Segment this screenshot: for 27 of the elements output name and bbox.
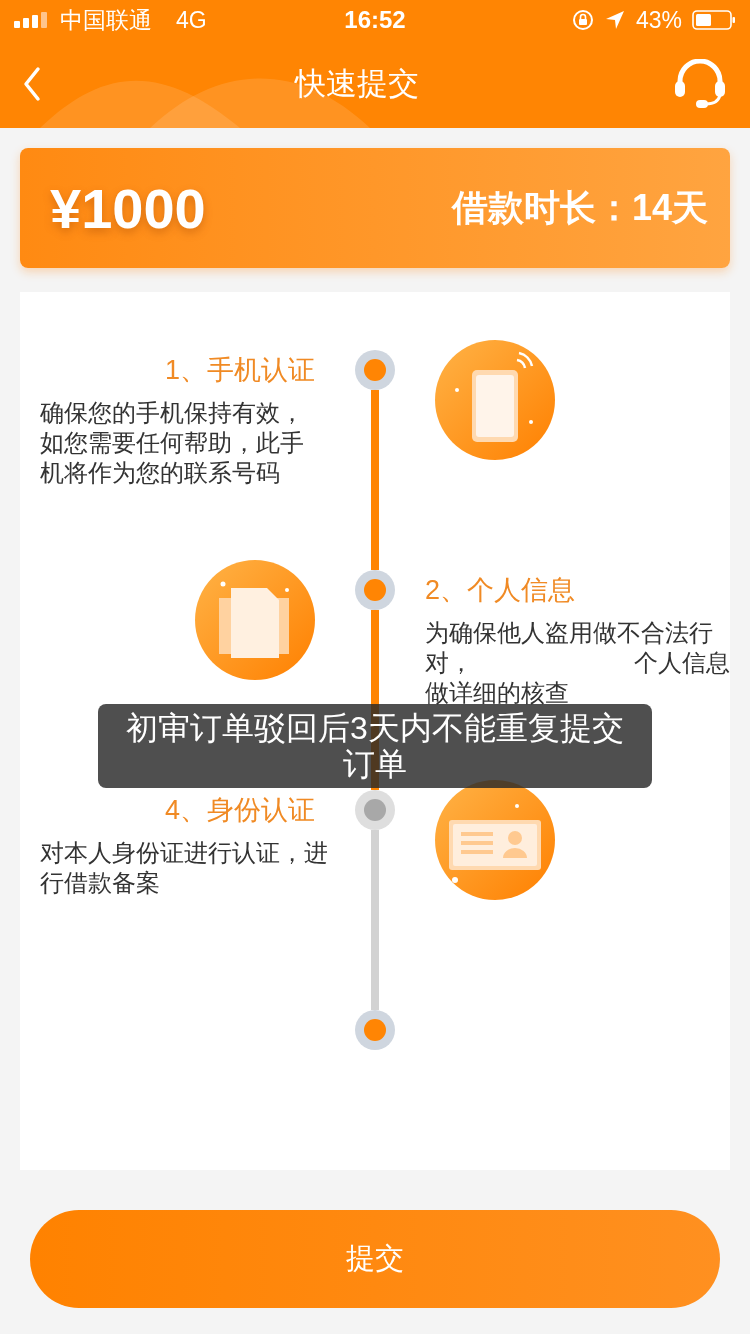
step-description: 如您需要任何帮助，此手 [40,428,304,458]
step-description: 对， [425,648,473,678]
carrier-name: 中国联通 [60,5,152,35]
step-title: 1、手机认证 [164,354,315,387]
step-description: 对本人身份证进行认证，进 [40,838,328,868]
loan-amount: ¥1000 [50,175,206,241]
headset-icon[interactable] [672,59,728,109]
step-description: 机将作为您的联系号码 [40,458,280,488]
back-button[interactable] [22,66,42,102]
battery-percent: 43% [635,6,682,34]
loan-term: 借款时长：14天 [451,185,708,230]
step-description: 确保您的手机保持有效， [40,398,304,428]
toast-message: 初审订单驳回后3天内不能重复提交订单 [98,704,652,788]
step-description: 为确保他人盗用做不合法行 [425,618,713,648]
rotation-lock-icon [571,9,594,31]
phone-icon [435,340,555,460]
submit-button[interactable]: 提交 [30,1210,720,1308]
clock-time: 16:52 [344,6,406,34]
step-title: 2、个人信息 [425,574,576,607]
network-type: 4G [176,6,207,34]
page-title: 快速提交 [295,65,419,103]
battery-icon [692,10,736,30]
documents-icon [195,560,315,680]
step-description: 个人信息 [634,648,730,678]
step-description: 行借款备案 [40,868,160,898]
step-title: 4、身份认证 [164,794,315,827]
signal-icon [14,12,50,28]
